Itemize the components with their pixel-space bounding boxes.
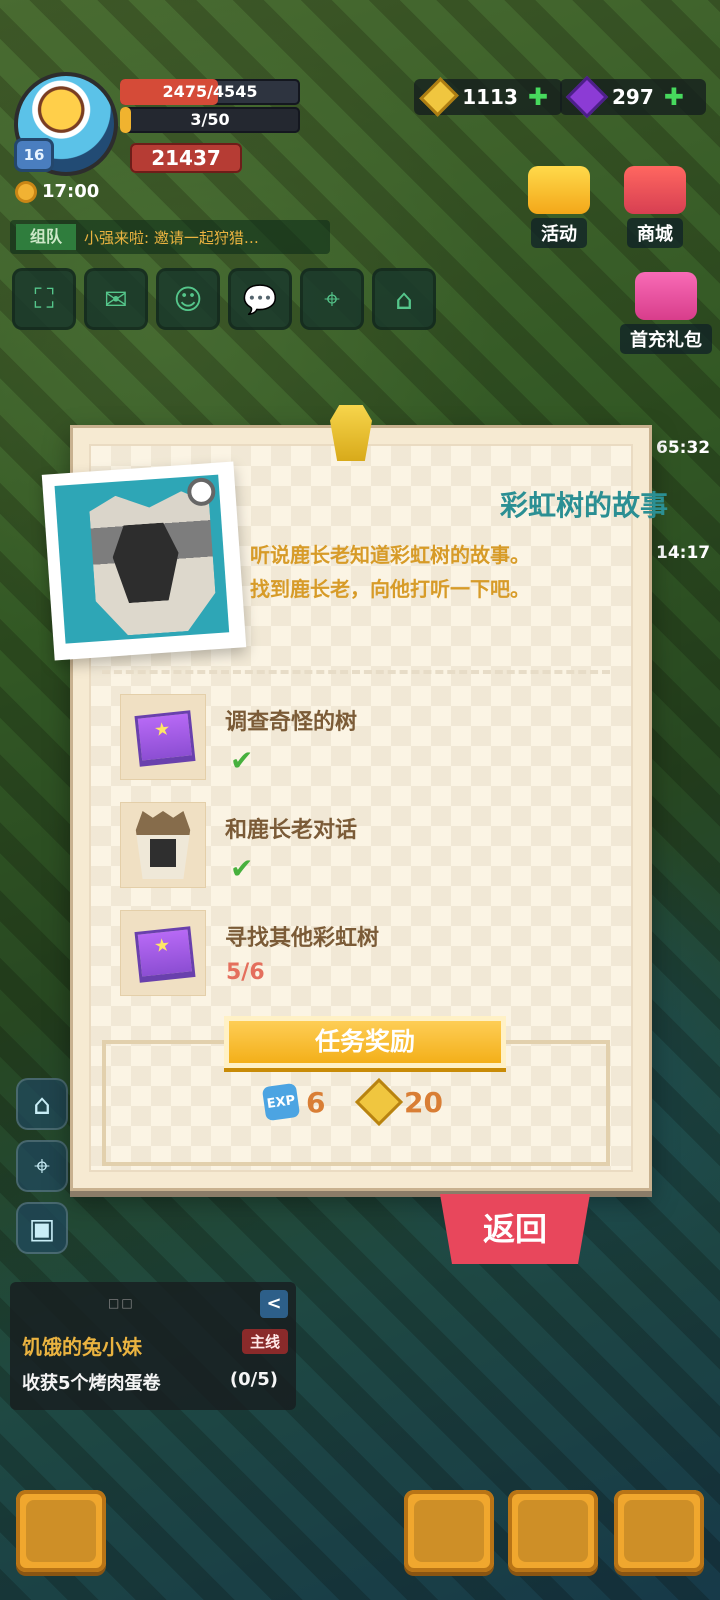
objective-label: 寻找其他彩虹树 <box>225 926 380 951</box>
book-icon <box>134 926 196 983</box>
paper-pin-icon <box>330 405 372 461</box>
quest-description-line-2: 找到鹿长老，向他打听一下吧。 <box>250 577 530 601</box>
quest-modal-layer: 彩虹树的故事 听说鹿长老知道彩虹树的故事。 找到鹿长老，向他打听一下吧。 调查奇… <box>0 0 720 1600</box>
objective-complete-icon: ✔ <box>230 852 254 885</box>
objective-label: 和鹿长老对话 <box>225 818 358 843</box>
objective-label: 调查奇怪的树 <box>225 710 358 735</box>
coin-reward: 20 <box>354 1077 443 1127</box>
exp-reward-value: 6 <box>306 1085 326 1119</box>
objective-complete-icon: ✔ <box>230 744 254 777</box>
coin-reward-value: 20 <box>404 1085 443 1119</box>
objective-thumb <box>120 802 206 888</box>
back-button[interactable]: 返回 <box>440 1194 590 1264</box>
objective-row: 调查奇怪的树 ✔ <box>120 694 540 780</box>
objective-progress: 5/6 <box>226 960 265 985</box>
exp-icon: EXP <box>261 1082 301 1122</box>
objective-thumb <box>120 694 206 780</box>
exp-reward: EXP 6 <box>261 1082 326 1122</box>
coin-icon <box>354 1077 404 1127</box>
quest-title: 彩虹树的故事 <box>499 489 668 522</box>
quest-divider <box>102 670 610 674</box>
book-icon <box>134 710 196 767</box>
objective-row: 和鹿长老对话 ✔ <box>120 802 540 888</box>
deer-elder-icon <box>135 811 191 879</box>
quest-description-line-1: 听说鹿长老知道彩虹树的故事。 <box>250 543 530 567</box>
objective-row: 寻找其他彩虹树 5/6 <box>120 910 540 996</box>
reward-label: 任务奖励 <box>224 1016 506 1068</box>
objective-thumb <box>120 910 206 996</box>
quest-description: 听说鹿长老知道彩虹树的故事。 找到鹿长老，向他打听一下吧。 <box>250 538 700 606</box>
